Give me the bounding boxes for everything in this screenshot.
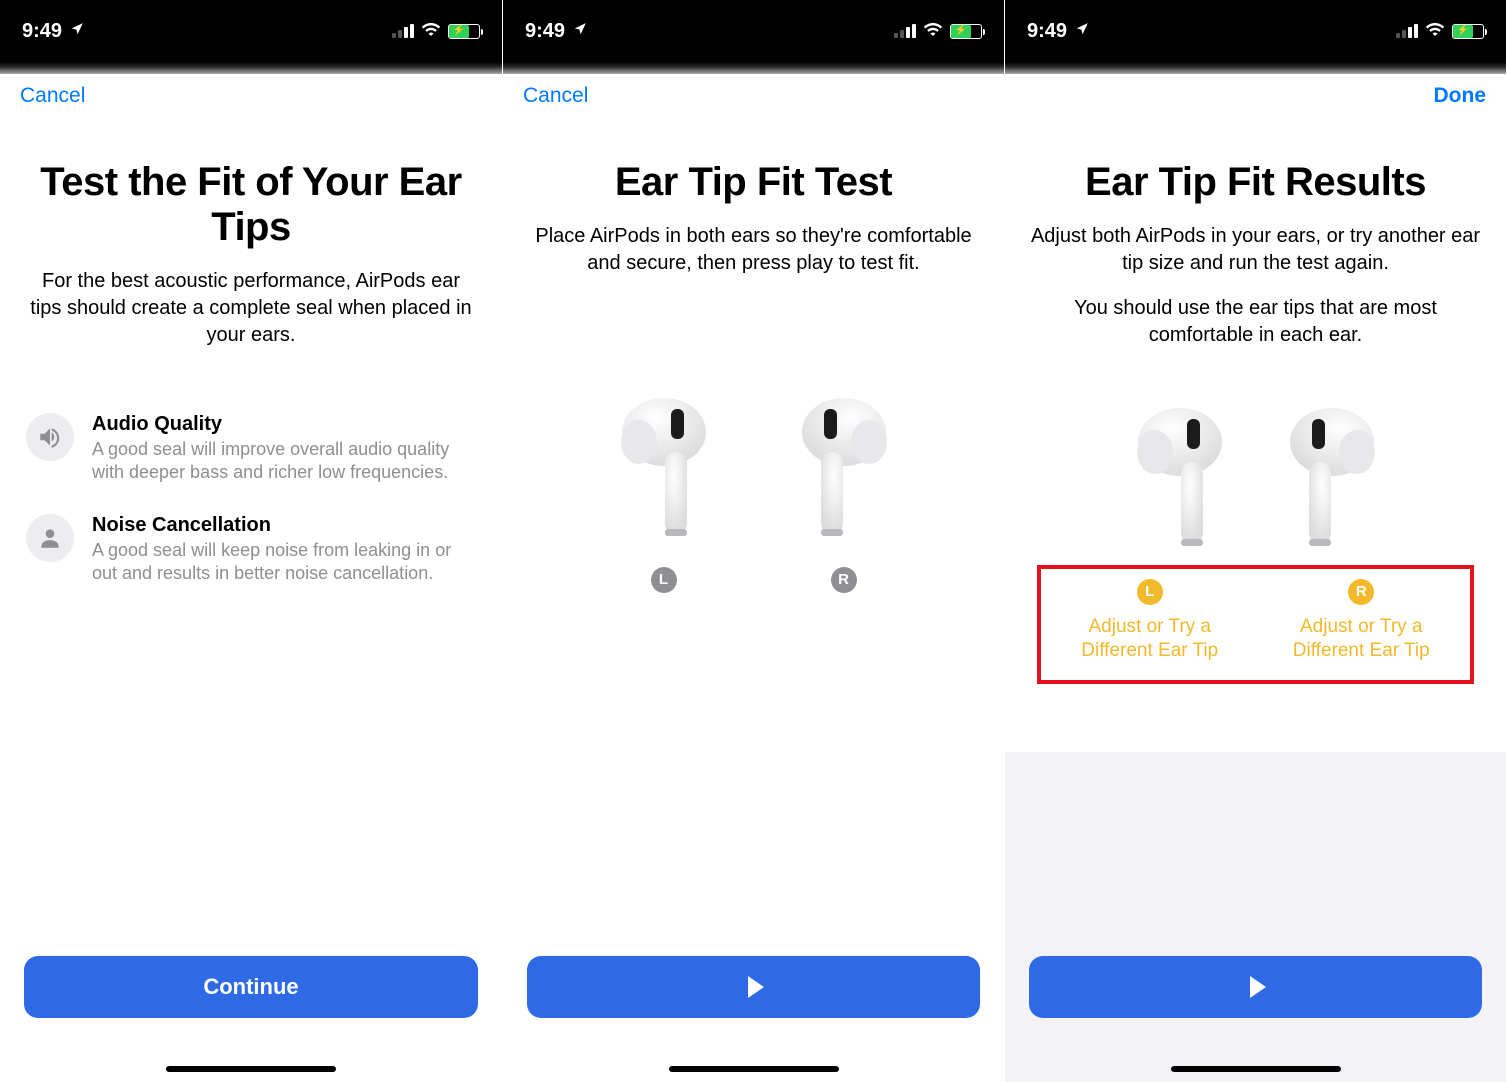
cancel-button[interactable]: Cancel (523, 84, 588, 108)
speaker-icon (26, 413, 74, 461)
airpod-right-icon (1277, 407, 1387, 557)
battery-icon: ⚡ (950, 24, 982, 39)
status-time: 9:49 (1027, 20, 1067, 43)
feature-desc: A good seal will keep noise from leaking… (92, 539, 476, 585)
status-bar: 9:49 ⚡ (1005, 0, 1506, 62)
page-subtitle: Adjust both AirPods in your ears, or try… (1023, 223, 1488, 277)
location-icon (573, 22, 587, 41)
results-highlight: L Adjust or Try a Different Ear Tip R Ad… (1037, 565, 1474, 685)
result-left-text: Adjust or Try a Different Ear Tip (1049, 615, 1251, 663)
feature-desc: A good seal will improve overall audio q… (92, 438, 476, 484)
page-title: Test the Fit of Your Ear Tips (18, 160, 484, 250)
page-title: Ear Tip Fit Test (521, 160, 986, 205)
cellular-icon (392, 24, 414, 38)
page-subtitle: Place AirPods in both ears so they're co… (521, 223, 986, 277)
cellular-icon (894, 24, 916, 38)
airpod-left-icon (1125, 407, 1235, 557)
result-right-text: Adjust or Try a Different Ear Tip (1261, 615, 1463, 663)
play-icon (748, 976, 764, 998)
page-subtitle: For the best acoustic performance, AirPo… (18, 268, 484, 349)
status-time: 9:49 (22, 20, 62, 43)
location-icon (70, 22, 84, 41)
location-icon (1075, 22, 1089, 41)
wifi-icon (421, 21, 441, 41)
left-badge: L (1137, 579, 1163, 605)
feature-audio-quality: Audio Quality A good seal will improve o… (26, 413, 476, 484)
battery-icon: ⚡ (448, 24, 480, 39)
result-left: L Adjust or Try a Different Ear Tip (1049, 579, 1251, 663)
result-right: R Adjust or Try a Different Ear Tip (1261, 579, 1463, 663)
done-button[interactable]: Done (1434, 84, 1487, 108)
status-bar: 9:49 ⚡ (0, 0, 502, 62)
airpod-left-icon (609, 397, 719, 547)
left-badge: L (651, 567, 677, 593)
play-icon (1250, 976, 1266, 998)
right-badge: R (831, 567, 857, 593)
play-button[interactable] (1029, 956, 1482, 1018)
cellular-icon (1396, 24, 1418, 38)
feature-title: Noise Cancellation (92, 514, 476, 537)
battery-icon: ⚡ (1452, 24, 1484, 39)
continue-button[interactable]: Continue (24, 956, 478, 1018)
wifi-icon (1425, 21, 1445, 41)
play-button[interactable] (527, 956, 980, 1018)
feature-title: Audio Quality (92, 413, 476, 436)
status-time: 9:49 (525, 20, 565, 43)
person-icon (26, 514, 74, 562)
airpod-right-icon (789, 397, 899, 547)
page-title: Ear Tip Fit Results (1023, 160, 1488, 205)
page-subtitle-2: You should use the ear tips that are mos… (1023, 295, 1488, 349)
wifi-icon (923, 21, 943, 41)
cancel-button[interactable]: Cancel (20, 84, 85, 108)
right-badge: R (1348, 579, 1374, 605)
feature-noise-cancellation: Noise Cancellation A good seal will keep… (26, 514, 476, 585)
status-bar: 9:49 ⚡ (503, 0, 1004, 62)
